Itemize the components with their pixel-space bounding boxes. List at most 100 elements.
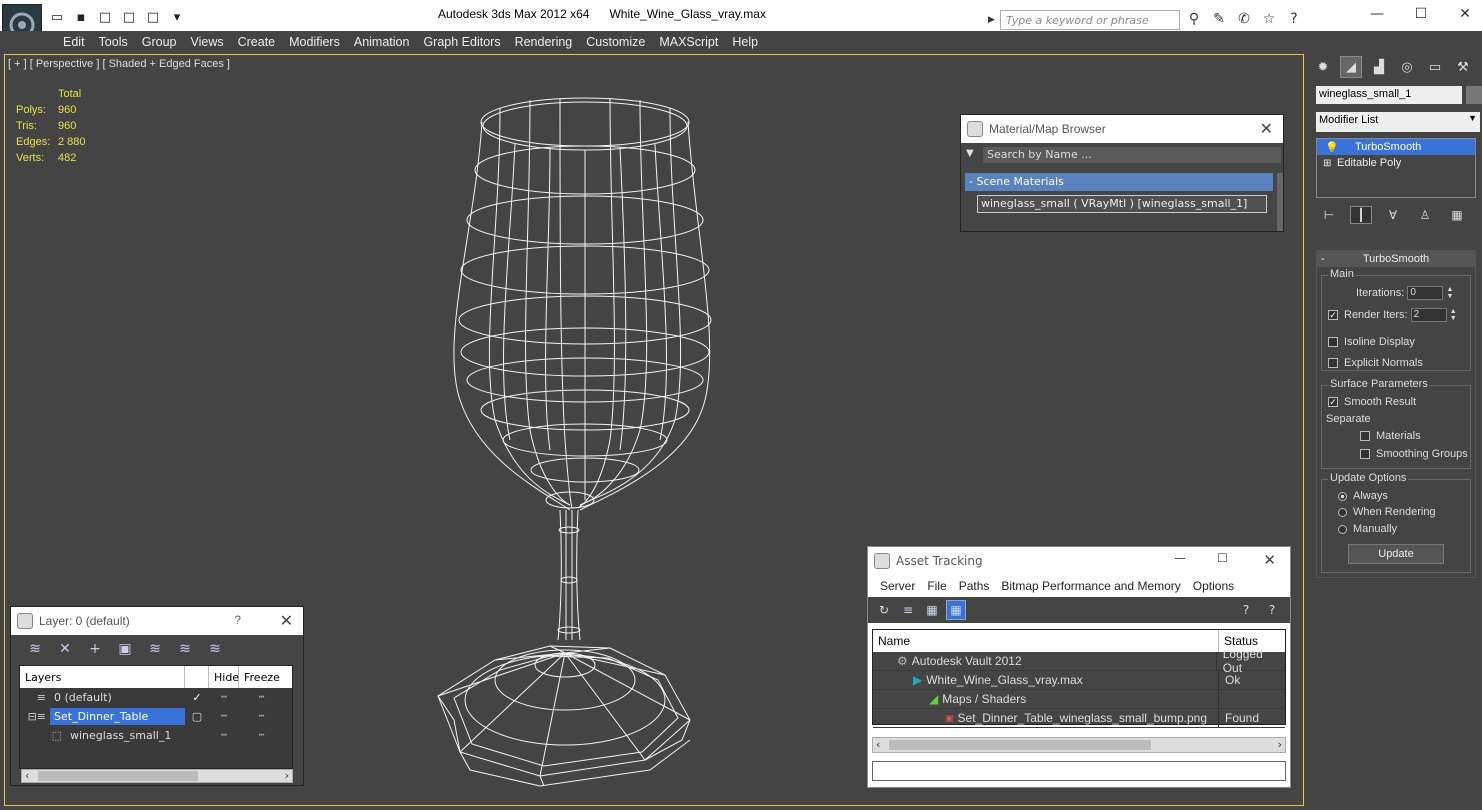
star-icon[interactable]: ☆ xyxy=(1259,9,1279,29)
scroll-right-icon[interactable]: › xyxy=(285,769,289,782)
display-tab-icon[interactable]: ▭ xyxy=(1424,56,1446,78)
menu-help[interactable]: Help xyxy=(725,35,765,49)
create-tab-icon[interactable]: ✹ xyxy=(1312,56,1334,78)
horizontal-scrollbar[interactable]: ‹ › xyxy=(21,769,293,783)
utilities-tab-icon[interactable]: ⚒ xyxy=(1452,56,1474,78)
scene-materials-group[interactable]: - Scene Materials xyxy=(965,173,1273,191)
stack-item-turbosmooth[interactable]: 💡 TurboSmooth xyxy=(1317,139,1475,155)
qat-dropdown-icon[interactable]: ▾ xyxy=(166,8,188,26)
show-end-result-icon[interactable]: ┃ xyxy=(1350,206,1372,224)
configure-sets-icon[interactable]: ▦ xyxy=(1446,206,1468,224)
col-layers[interactable]: Layers xyxy=(20,666,185,688)
minimize-icon[interactable]: — xyxy=(1174,551,1186,565)
layer-row[interactable]: ⬚ wineglass_small_1 ┅ ┅ xyxy=(20,726,292,745)
material-search-input[interactable]: Search by Name ... xyxy=(983,147,1281,163)
render-iters-checkbox[interactable]: ✓ xyxy=(1328,310,1338,320)
save-icon[interactable]: ▪ xyxy=(70,8,92,26)
isoline-checkbox[interactable] xyxy=(1328,337,1338,348)
viewport-label[interactable]: [ + ] [ Perspective ] [ Shaded + Edged F… xyxy=(8,58,230,70)
help-icon[interactable]: ? xyxy=(1284,9,1304,29)
explicit-normals-checkbox[interactable] xyxy=(1328,358,1338,369)
minimize-icon[interactable]: — xyxy=(1355,4,1399,24)
undo-icon[interactable]: □ xyxy=(118,8,140,26)
horizontal-scrollbar[interactable]: ‹ › xyxy=(872,737,1286,753)
select-objects-icon[interactable]: ▣ xyxy=(115,639,135,659)
smoothing-groups-option[interactable]: Smoothing Groups xyxy=(1360,448,1468,460)
scroll-left-icon[interactable]: ‹ xyxy=(876,738,880,751)
path-field[interactable] xyxy=(872,761,1286,781)
smoothing-groups-checkbox[interactable] xyxy=(1360,449,1370,460)
spinner-arrows-icon[interactable]: ▲ ▼ xyxy=(1450,308,1458,322)
scroll-left-icon[interactable]: ‹ xyxy=(25,769,29,782)
always-option[interactable]: Always xyxy=(1338,490,1388,502)
communication-icon[interactable]: ✆ xyxy=(1234,9,1254,29)
create-layer-icon[interactable]: ≋ xyxy=(25,639,45,659)
when-rendering-radio[interactable] xyxy=(1338,507,1347,517)
menu-customize[interactable]: Customize xyxy=(579,35,652,49)
expand-icon[interactable]: ⊞ xyxy=(1317,158,1337,169)
search-expand-icon[interactable]: ▶ xyxy=(988,10,1000,30)
modify-tab-icon[interactable]: ◢ xyxy=(1340,56,1362,78)
menu-graph-editors[interactable]: Graph Editors xyxy=(416,35,507,49)
menu-views[interactable]: Views xyxy=(183,35,230,49)
close-icon[interactable]: ✕ xyxy=(1260,119,1273,139)
stack-item-editable-poly[interactable]: ⊞ Editable Poly xyxy=(1317,155,1475,171)
refresh-icon[interactable]: ↻ xyxy=(874,600,894,620)
menu-tools[interactable]: Tools xyxy=(92,35,135,49)
new-icon[interactable]: □ xyxy=(94,8,116,26)
highlight-layer-icon[interactable]: ≋ xyxy=(145,639,165,659)
update-button[interactable]: Update xyxy=(1348,544,1444,564)
scroll-right-icon[interactable]: › xyxy=(1278,738,1282,751)
add-to-layer-icon[interactable]: + xyxy=(85,639,105,659)
hide-toggle[interactable]: ┅ xyxy=(209,711,239,722)
wineglass-wireframe[interactable] xyxy=(420,80,720,790)
asset-row[interactable]: ⚙ Autodesk Vault 2012 Logged Out xyxy=(873,647,1285,675)
make-unique-icon[interactable]: ∀ xyxy=(1382,206,1404,224)
always-radio[interactable] xyxy=(1338,491,1347,501)
search-input[interactable]: Type a keyword or phrase xyxy=(1000,10,1180,30)
scrollbar[interactable] xyxy=(1277,173,1283,231)
hide-all-icon[interactable]: ≋ xyxy=(175,639,195,659)
freeze-toggle[interactable]: ┅ xyxy=(239,692,284,703)
list-view-icon[interactable]: ≡ xyxy=(898,600,918,620)
render-iters-spinner[interactable]: 2 xyxy=(1410,308,1447,322)
materials-option[interactable]: Materials xyxy=(1360,430,1421,442)
asset-row[interactable]: ▣ Set_Dinner_Table_wineglass_small_bump.p… xyxy=(873,709,1285,728)
hierarchy-tab-icon[interactable]: ▟ xyxy=(1368,56,1390,78)
delete-layer-icon[interactable]: ✕ xyxy=(55,639,75,659)
close-icon[interactable]: ✕ xyxy=(1263,551,1276,569)
active-layer-toggle[interactable]: ▢ xyxy=(185,710,209,723)
menu-edit[interactable]: Edit xyxy=(56,35,92,49)
scroll-thumb[interactable] xyxy=(38,771,198,781)
rollout-header[interactable]: - TurboSmooth xyxy=(1317,251,1475,267)
menu-server[interactable]: Server xyxy=(874,579,921,593)
object-name-field[interactable]: wineglass_small_1 xyxy=(1316,86,1462,104)
maximize-icon[interactable]: ☐ xyxy=(1399,4,1443,24)
hide-toggle[interactable]: ┅ xyxy=(209,692,239,703)
close-icon[interactable]: ✕ xyxy=(1443,4,1482,24)
pin-stack-icon[interactable]: ⊢ xyxy=(1318,206,1340,224)
help-icon[interactable]: ? xyxy=(1236,600,1256,620)
redo-icon[interactable]: □ xyxy=(142,8,164,26)
iterations-spinner[interactable]: 0 xyxy=(1407,286,1444,300)
scroll-thumb[interactable] xyxy=(889,740,1151,750)
tools-icon[interactable]: ✎ xyxy=(1209,9,1229,29)
menu-rendering[interactable]: Rendering xyxy=(508,35,580,49)
asset-row[interactable]: ◢ Maps / Shaders xyxy=(873,690,1285,709)
manually-radio[interactable] xyxy=(1338,524,1347,534)
layer-row[interactable]: ≡ 0 (default) ✓ ┅ ┅ xyxy=(20,688,292,707)
smooth-result-option[interactable]: ✓ Smooth Result xyxy=(1328,396,1416,408)
modifier-list-dropdown[interactable]: Modifier List ▼ xyxy=(1316,112,1480,132)
maximize-icon[interactable]: ☐ xyxy=(1217,551,1228,565)
menu-file[interactable]: File xyxy=(921,579,952,593)
freeze-toggle[interactable]: ┅ xyxy=(239,711,284,722)
menu-bitmap-performance[interactable]: Bitmap Performance and Memory xyxy=(995,579,1186,593)
menu-create[interactable]: Create xyxy=(231,35,283,49)
isoline-option[interactable]: Isoline Display xyxy=(1328,336,1415,348)
freeze-all-icon[interactable]: ≋ xyxy=(205,639,225,659)
menu-group[interactable]: Group xyxy=(135,35,184,49)
smooth-result-checkbox[interactable]: ✓ xyxy=(1328,397,1338,408)
table-view-icon[interactable]: ▦ xyxy=(946,600,966,620)
menu-paths[interactable]: Paths xyxy=(953,579,996,593)
binoculars-icon[interactable]: ⚲ xyxy=(1184,9,1204,29)
